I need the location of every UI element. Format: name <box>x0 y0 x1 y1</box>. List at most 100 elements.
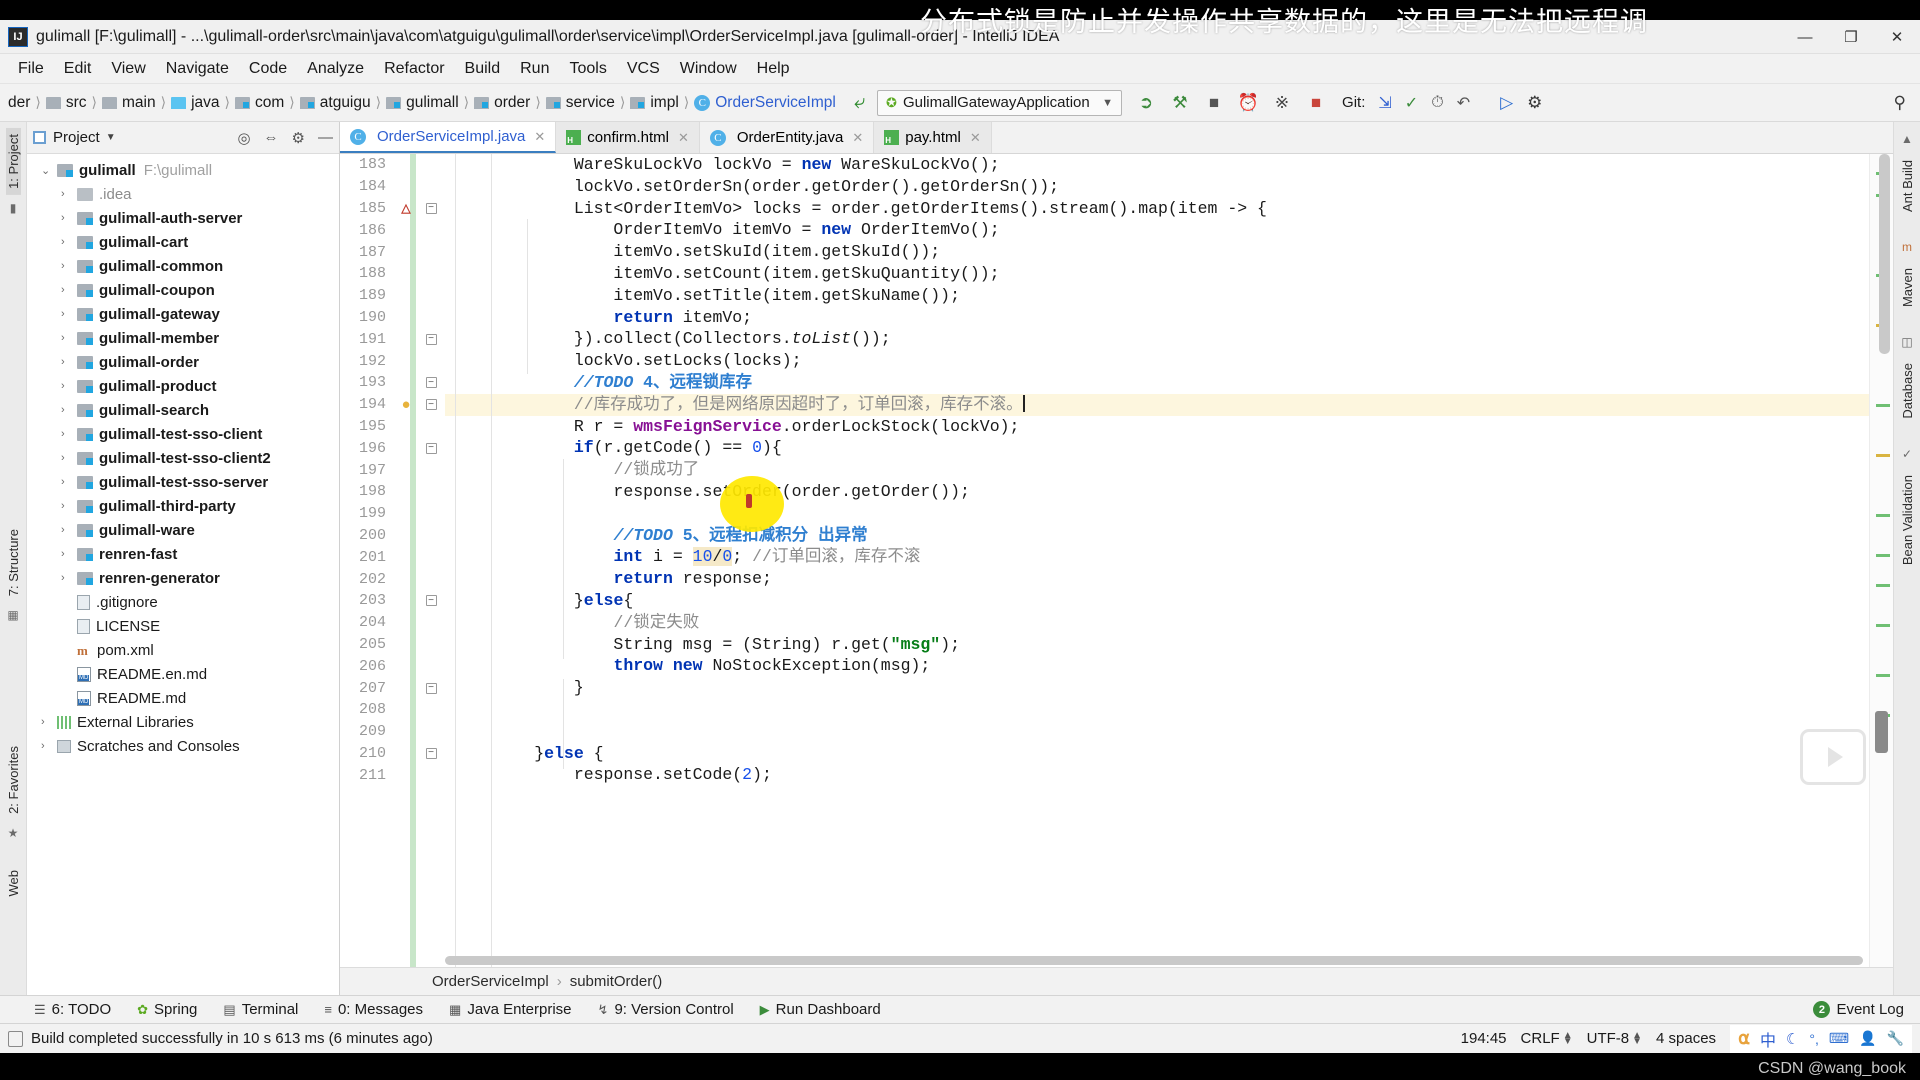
run-with-coverage-icon[interactable]: ■ <box>1204 93 1224 113</box>
minimize-button[interactable]: — <box>1782 20 1828 54</box>
fold-collapse-icon[interactable]: − <box>425 747 437 759</box>
tab-orderentity-java[interactable]: C OrderEntity.java ✕ <box>700 122 875 153</box>
tree-node[interactable]: LICENSE <box>27 614 339 638</box>
hide-icon[interactable]: — <box>318 129 333 146</box>
menu-tools[interactable]: Tools <box>559 58 616 80</box>
toolwindow-terminal[interactable]: ▤ Terminal <box>223 1001 298 1018</box>
attach-debugger-icon[interactable]: ※ <box>1272 93 1292 113</box>
gutter-row[interactable]: 209 <box>340 721 445 743</box>
chevron-down-icon[interactable]: ▼ <box>106 132 116 143</box>
error-stripe-mark[interactable] <box>1876 584 1890 587</box>
breadcrumb-item-order[interactable]: order <box>474 94 530 112</box>
gutter-row[interactable]: 197 <box>340 459 445 481</box>
code-line[interactable]: //TODO 5、远程扣减积分 出异常 <box>445 525 1869 547</box>
code-line[interactable]: } <box>445 677 1869 699</box>
inspection-marker-icon[interactable]: △ <box>401 201 410 215</box>
gutter-row[interactable]: 200 <box>340 525 445 547</box>
tree-node[interactable]: › gulimall-test-sso-client2 <box>27 446 339 470</box>
tree-node[interactable]: › renren-fast <box>27 542 339 566</box>
tree-node[interactable]: › gulimall-gateway <box>27 302 339 326</box>
expand-arrow-icon[interactable]: › <box>61 404 77 416</box>
degree-icon[interactable]: °, <box>1809 1031 1819 1047</box>
breadcrumb-item-src[interactable]: src <box>45 94 87 112</box>
menu-vcs[interactable]: VCS <box>617 58 670 80</box>
code-line[interactable]: String msg = (String) r.get("msg"); <box>445 634 1869 656</box>
rail-item-ant-build[interactable]: Ant Build <box>1900 154 1915 218</box>
breadcrumb-item-main[interactable]: main <box>102 94 156 112</box>
code-editor[interactable]: 183 184 185 △ −186 187 188 189 190 191−192 193−194… <box>340 154 1893 967</box>
toolwindow-spring[interactable]: ✿ Spring <box>137 1001 197 1018</box>
code-line[interactable]: response.setCode(2); <box>445 764 1869 786</box>
fold-end-icon[interactable]: − <box>425 377 437 389</box>
code-line[interactable]: itemVo.setTitle(item.getSkuName()); <box>445 285 1869 307</box>
code-line[interactable]: //库存成功了，但是网络原因超时了，订单回滚，库存不滚。 <box>445 393 1869 416</box>
gutter-row[interactable]: 184 <box>340 176 445 198</box>
error-stripe-mark[interactable] <box>1876 404 1890 407</box>
code-line[interactable] <box>445 721 1869 743</box>
close-tab-icon[interactable]: ✕ <box>534 129 545 145</box>
editor-vertical-scrollbar[interactable] <box>1879 154 1890 354</box>
settings-icon[interactable]: ⚙ <box>1527 93 1542 113</box>
tree-node[interactable]: › gulimall-coupon <box>27 278 339 302</box>
tree-node[interactable]: › gulimall-ware <box>27 518 339 542</box>
rail-item-maven[interactable]: Maven <box>1900 262 1915 313</box>
rail-item-web[interactable]: Web <box>6 864 21 903</box>
gutter-row[interactable]: 199 <box>340 503 445 525</box>
locate-icon[interactable]: ◎ <box>237 129 250 147</box>
code-line[interactable]: }else { <box>445 743 1869 765</box>
wrench-icon[interactable]: 🔧 <box>1887 1030 1904 1047</box>
vertical-scrollbar-thumb[interactable] <box>1875 711 1888 753</box>
history-icon[interactable]: ⏱ <box>1431 94 1443 112</box>
horizontal-scrollbar[interactable] <box>445 956 1863 965</box>
expand-arrow-icon[interactable]: › <box>61 284 77 296</box>
ime-chinese-icon[interactable]: 中 <box>1760 1027 1776 1051</box>
gutter-row[interactable]: 201 <box>340 546 445 568</box>
expand-arrow-icon[interactable]: › <box>61 260 77 272</box>
breadcrumb-item-atguigu[interactable]: atguigu <box>299 94 371 112</box>
tab-confirm-html[interactable]: H confirm.html ✕ <box>556 122 700 153</box>
menu-view[interactable]: View <box>101 58 155 80</box>
menu-build[interactable]: Build <box>455 58 511 80</box>
code-line[interactable]: WareSkuLockVo lockVo = new WareSkuLockVo… <box>445 154 1869 176</box>
toolwindow-messages[interactable]: ≡ 0: Messages <box>324 1001 423 1018</box>
code-line[interactable]: itemVo.setCount(item.getSkuQuantity()); <box>445 263 1869 285</box>
code-line[interactable]: }else{ <box>445 590 1869 612</box>
gutter-row[interactable]: 187 <box>340 241 445 263</box>
close-tab-icon[interactable]: ✕ <box>852 130 863 146</box>
menu-help[interactable]: Help <box>747 58 800 80</box>
code-line[interactable]: lockVo.setOrderSn(order.getOrder().getOr… <box>445 176 1869 198</box>
expand-arrow-icon[interactable]: › <box>61 452 77 464</box>
tab-pay-html[interactable]: H pay.html ✕ <box>874 122 992 153</box>
code-text-area[interactable]: WareSkuLockVo lockVo = new WareSkuLockVo… <box>445 154 1869 967</box>
expand-arrow-icon[interactable]: › <box>61 236 77 248</box>
gutter-row[interactable]: 196 − <box>340 437 445 459</box>
code-line[interactable]: lockVo.setLocks(locks); <box>445 350 1869 372</box>
keyboard-icon[interactable]: ⌨ <box>1829 1030 1849 1047</box>
code-line[interactable]: R r = wmsFeignService.orderLockStock(loc… <box>445 416 1869 438</box>
menu-analyze[interactable]: Analyze <box>297 58 374 80</box>
code-line[interactable]: List<OrderItemVo> locks = order.getOrder… <box>445 198 1869 220</box>
gutter-row[interactable]: 206 <box>340 655 445 677</box>
breadcrumb-item-com[interactable]: com <box>235 94 284 112</box>
rail-item-structure[interactable]: 7: Structure <box>6 523 21 602</box>
profile-icon[interactable]: ⏰ <box>1237 93 1258 113</box>
toolwindow-run-dashboard[interactable]: ▶ Run Dashboard <box>760 1001 881 1018</box>
code-line[interactable]: return itemVo; <box>445 307 1869 329</box>
moon-icon[interactable]: ☾ <box>1786 1030 1799 1048</box>
tree-node[interactable]: m pom.xml <box>27 638 339 662</box>
code-line[interactable]: //TODO 4、远程锁库存 <box>445 372 1869 394</box>
expand-arrow-icon[interactable]: ⌄ <box>41 164 57 177</box>
line-separator-selector[interactable]: CRLF ▲ ▼ <box>1521 1030 1573 1047</box>
rail-item-project[interactable]: 1: Project <box>5 128 21 195</box>
code-line[interactable] <box>445 699 1869 721</box>
code-line[interactable]: int i = 10/0; //订单回滚，库存不滚 <box>445 546 1869 568</box>
expand-arrow-icon[interactable]: › <box>61 428 77 440</box>
gutter-row[interactable]: 183 <box>340 154 445 176</box>
toolwindow-todo[interactable]: ☰ 6: TODO <box>34 1001 111 1018</box>
tree-node[interactable]: › gulimall-product <box>27 374 339 398</box>
intention-bulb-icon[interactable]: ● <box>401 396 410 413</box>
gutter-row[interactable]: 190 <box>340 307 445 329</box>
menu-code[interactable]: Code <box>239 58 297 80</box>
expand-arrow-icon[interactable]: › <box>61 332 77 344</box>
fold-end-icon[interactable]: − <box>425 682 437 694</box>
